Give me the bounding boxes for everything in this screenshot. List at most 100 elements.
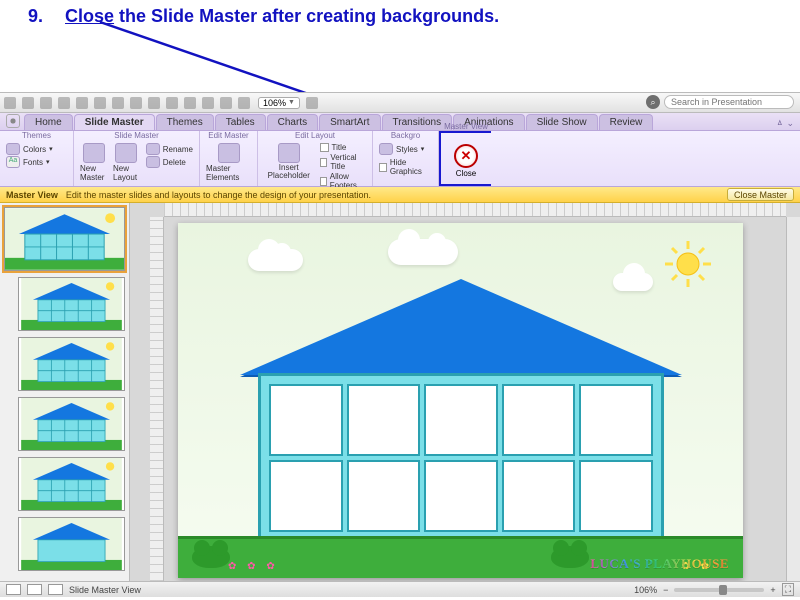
instruction-rest: the Slide Master after creating backgrou…: [114, 6, 499, 26]
fonts-icon: Aa: [6, 156, 20, 168]
toolbar-icon[interactable]: [4, 97, 16, 109]
delete-icon: [146, 156, 160, 168]
close-x-icon: ✕: [461, 148, 472, 164]
title-checkbox[interactable]: Title: [320, 143, 366, 152]
toolbar-icon[interactable]: [238, 97, 250, 109]
styles-button[interactable]: Styles▾: [379, 143, 424, 155]
group-edit-master: Edit Master Master Elements: [200, 131, 258, 186]
layout-thumbnail[interactable]: [18, 457, 125, 511]
cut-icon[interactable]: [94, 97, 106, 109]
group-label: Themes: [0, 131, 73, 140]
tab-charts[interactable]: Charts: [267, 114, 318, 130]
delete-button[interactable]: Delete: [146, 156, 193, 168]
layout-thumbnail[interactable]: [18, 337, 125, 391]
instruction-number: 9.: [28, 6, 60, 27]
bush-graphic: [192, 546, 230, 568]
collapse-ribbon-icon[interactable]: ㅿ ⌄: [776, 116, 794, 129]
normal-view-icon[interactable]: [6, 584, 21, 595]
window-grid: [269, 384, 653, 532]
group-master-view: Master View ✕ Close: [439, 131, 491, 186]
instruction-action: Close: [65, 6, 114, 26]
paste-icon[interactable]: [130, 97, 142, 109]
group-label: Slide Master: [74, 131, 199, 140]
ribbon-options-icon[interactable]: [6, 114, 20, 128]
status-zoom: 106%: [634, 585, 657, 595]
master-elements-button[interactable]: Master Elements: [206, 143, 251, 182]
close-master-button[interactable]: Close Master: [727, 188, 794, 201]
group-label: Edit Layout: [258, 131, 372, 140]
hide-graphics-checkbox[interactable]: Hide Graphics: [379, 158, 432, 176]
tab-slide-show[interactable]: Slide Show: [526, 114, 598, 130]
master-view-info-bar: Master View Edit the master slides and l…: [0, 187, 800, 203]
print-icon[interactable]: [76, 97, 88, 109]
vertical-scrollbar[interactable]: [786, 217, 800, 581]
bush-graphic: [551, 546, 589, 568]
search-icon[interactable]: ⌕: [646, 95, 660, 109]
group-label: Edit Master: [200, 131, 257, 140]
instruction-text: 9. Close the Slide Master after creating…: [28, 6, 499, 27]
rename-icon: [146, 143, 160, 155]
vertical-ruler: [150, 217, 164, 581]
group-themes: Themes Colors▾ AaFonts▾: [0, 131, 74, 186]
tab-smartart[interactable]: SmartArt: [319, 114, 380, 130]
redo-icon[interactable]: [184, 97, 196, 109]
quick-access-toolbar: 106% ▼ ⌕: [0, 93, 800, 113]
undo-icon[interactable]: [166, 97, 178, 109]
chevron-down-icon: ▼: [288, 99, 295, 106]
ribbon-body: Themes Colors▾ AaFonts▾ Slide Master New…: [0, 131, 800, 187]
layout-thumbnail[interactable]: [18, 397, 125, 451]
new-master-button[interactable]: New Master: [80, 143, 107, 182]
cloud-graphic: [388, 239, 458, 265]
rename-button[interactable]: Rename: [146, 143, 193, 155]
save-icon[interactable]: [58, 97, 70, 109]
group-edit-layout: Edit Layout Insert Placeholder Title Ver…: [258, 131, 373, 186]
search-input[interactable]: [664, 95, 794, 109]
tab-tables[interactable]: Tables: [215, 114, 266, 130]
toolbar-icon[interactable]: [40, 97, 52, 109]
tab-themes[interactable]: Themes: [156, 114, 214, 130]
vertical-title-checkbox[interactable]: Vertical Title: [320, 153, 366, 171]
help-icon[interactable]: [306, 97, 318, 109]
group-label: Master View: [441, 122, 491, 131]
colors-button[interactable]: Colors▾: [6, 143, 53, 155]
fonts-button[interactable]: AaFonts▾: [6, 156, 53, 168]
new-layout-icon: [115, 143, 137, 163]
checkbox-icon: [320, 177, 327, 186]
tab-review[interactable]: Review: [599, 114, 654, 130]
master-thumbnail[interactable]: [4, 207, 125, 271]
group-label: Backgro: [373, 131, 438, 140]
search-area: ⌕: [646, 95, 794, 109]
zoom-in-icon[interactable]: +: [770, 585, 775, 595]
tab-slide-master[interactable]: Slide Master: [74, 114, 155, 130]
sorter-view-icon[interactable]: [27, 584, 42, 595]
group-background: Backgro Styles▾ Hide Graphics: [373, 131, 439, 186]
zoom-slider[interactable]: [674, 588, 764, 592]
layout-thumbnail[interactable]: [18, 517, 125, 571]
fit-icon[interactable]: ⛶: [782, 583, 794, 596]
close-master-view-button[interactable]: ✕: [454, 144, 478, 168]
close-label: Close: [447, 169, 485, 178]
layout-thumbnail[interactable]: [18, 277, 125, 331]
format-painter-icon[interactable]: [148, 97, 160, 109]
flowers-graphic: ✿ ✿ ✿: [228, 561, 279, 572]
zoom-out-icon[interactable]: −: [663, 585, 668, 595]
house-roof-graphic: [240, 279, 682, 375]
slideshow-view-icon[interactable]: [48, 584, 63, 595]
new-layout-button[interactable]: New Layout: [113, 143, 140, 182]
insert-placeholder-button[interactable]: Insert Placeholder: [264, 143, 314, 180]
slide-canvas[interactable]: ✿ ✿ ✿ ✿ ✿ LUCA'S PLAYHOUSE: [178, 223, 743, 578]
slide-editor[interactable]: ✿ ✿ ✿ ✿ ✿ LUCA'S PLAYHOUSE: [130, 203, 800, 581]
toolbar-icon[interactable]: [202, 97, 214, 109]
zoom-dropdown[interactable]: 106% ▼: [258, 97, 300, 109]
copy-icon[interactable]: [112, 97, 124, 109]
toolbar-icon[interactable]: [22, 97, 34, 109]
colors-icon: [6, 143, 20, 155]
group-slide-master: Slide Master New Master New Layout Renam…: [74, 131, 200, 186]
status-mode: Slide Master View: [69, 585, 141, 595]
slide-thumbnail-panel[interactable]: [0, 203, 130, 581]
tab-home[interactable]: Home: [24, 114, 73, 130]
toolbar-icon[interactable]: [220, 97, 232, 109]
checkbox-icon: [320, 143, 329, 152]
checkbox-icon: [320, 158, 328, 167]
house-body-graphic: [258, 373, 664, 543]
